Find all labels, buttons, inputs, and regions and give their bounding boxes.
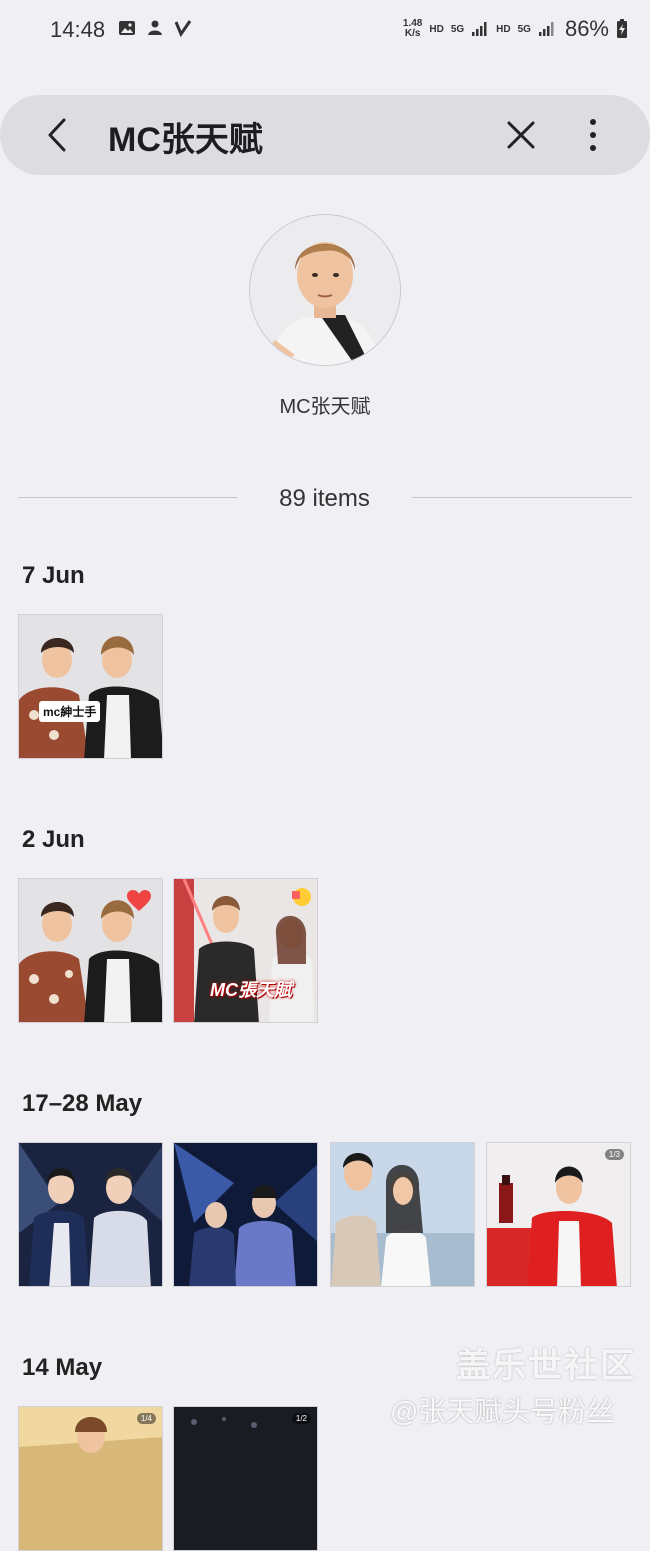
check-notification-icon xyxy=(174,20,192,37)
items-count: 89 items xyxy=(279,485,370,512)
favorite-heart-icon xyxy=(127,890,151,911)
photo-overlay-text: MC張天賦 xyxy=(210,980,292,1000)
photo-thumbnail[interactable] xyxy=(18,1142,163,1287)
multi-photo-badge: 1/4 xyxy=(136,1413,156,1424)
back-arrow-icon xyxy=(48,118,66,152)
person-avatar[interactable] xyxy=(249,214,401,366)
photo-thumbnail[interactable]: 1/2 xyxy=(173,1406,318,1551)
photo-two-men-image xyxy=(19,615,162,758)
signal-bars-icon-1 xyxy=(472,22,487,36)
clear-search-button[interactable] xyxy=(501,115,541,155)
photo-couple-image xyxy=(331,1143,474,1286)
battery-percentage: 86% xyxy=(564,16,609,41)
photo-caption: mc紳士手 xyxy=(39,701,101,722)
photo-two-men-blue-image xyxy=(19,1143,162,1286)
more-options-button[interactable] xyxy=(578,115,608,155)
search-query-text[interactable]: MC张天赋 xyxy=(108,112,263,161)
photo-thumbnail[interactable]: MC張天賦 xyxy=(173,878,318,1023)
hd-badge-1: HD xyxy=(429,23,444,35)
person-name[interactable]: MC张天赋 xyxy=(0,390,650,419)
photo-red-jacket-image xyxy=(487,1143,630,1286)
signal-bars-icon-2 xyxy=(538,22,554,36)
status-time: 14:48 xyxy=(50,17,106,42)
photo-dark-image xyxy=(174,1407,317,1550)
date-section-label: 2 Jun xyxy=(22,826,85,853)
photo-stage-image xyxy=(174,1143,317,1286)
divider-left xyxy=(18,497,237,498)
divider-right xyxy=(412,497,632,498)
search-bar: MC张天赋 xyxy=(0,95,650,175)
status-bar: 14:48 1.48 K/s HD 5G HD 5G 86% xyxy=(0,0,650,60)
date-section-label: 7 Jun xyxy=(22,562,85,589)
status-indicators: 1.48 K/s HD 5G HD 5G 86% xyxy=(403,16,628,42)
photo-thumbnail[interactable] xyxy=(173,1142,318,1287)
photo-thumbnail[interactable]: 1/3 xyxy=(486,1142,631,1287)
community-watermark: 盖乐世社区 xyxy=(456,1347,636,1385)
network-speed-unit: K/s xyxy=(404,28,421,39)
author-watermark: @张天赋头号粉丝 xyxy=(390,1396,615,1427)
network-5g-label-2: 5G xyxy=(517,23,531,35)
photo-thumbnail[interactable]: mc紳士手 xyxy=(18,614,163,759)
network-5g-label-1: 5G xyxy=(450,23,465,35)
gallery-notification-icon xyxy=(119,21,135,35)
network-speed: 1.48 K/s xyxy=(403,19,422,39)
photo-thumbnail[interactable] xyxy=(18,878,163,1023)
avatar-portrait-icon xyxy=(250,215,400,365)
multi-photo-badge: 1/2 xyxy=(291,1413,311,1424)
photo-gold-image xyxy=(19,1407,162,1550)
hd-badge-2: HD xyxy=(496,23,511,35)
battery-charging-icon xyxy=(617,19,627,38)
back-button[interactable] xyxy=(42,115,72,155)
photo-thumbnail[interactable] xyxy=(330,1142,475,1287)
notification-icons xyxy=(118,19,192,37)
date-section-label: 17–28 May xyxy=(22,1090,143,1117)
app-notification-icon xyxy=(148,20,162,35)
photo-thumbnail[interactable]: 1/4 xyxy=(18,1406,163,1551)
more-vertical-icon xyxy=(590,119,596,151)
close-icon xyxy=(507,121,535,149)
multi-photo-badge: 1/3 xyxy=(604,1149,624,1160)
date-section-label: 14 May xyxy=(22,1354,103,1381)
